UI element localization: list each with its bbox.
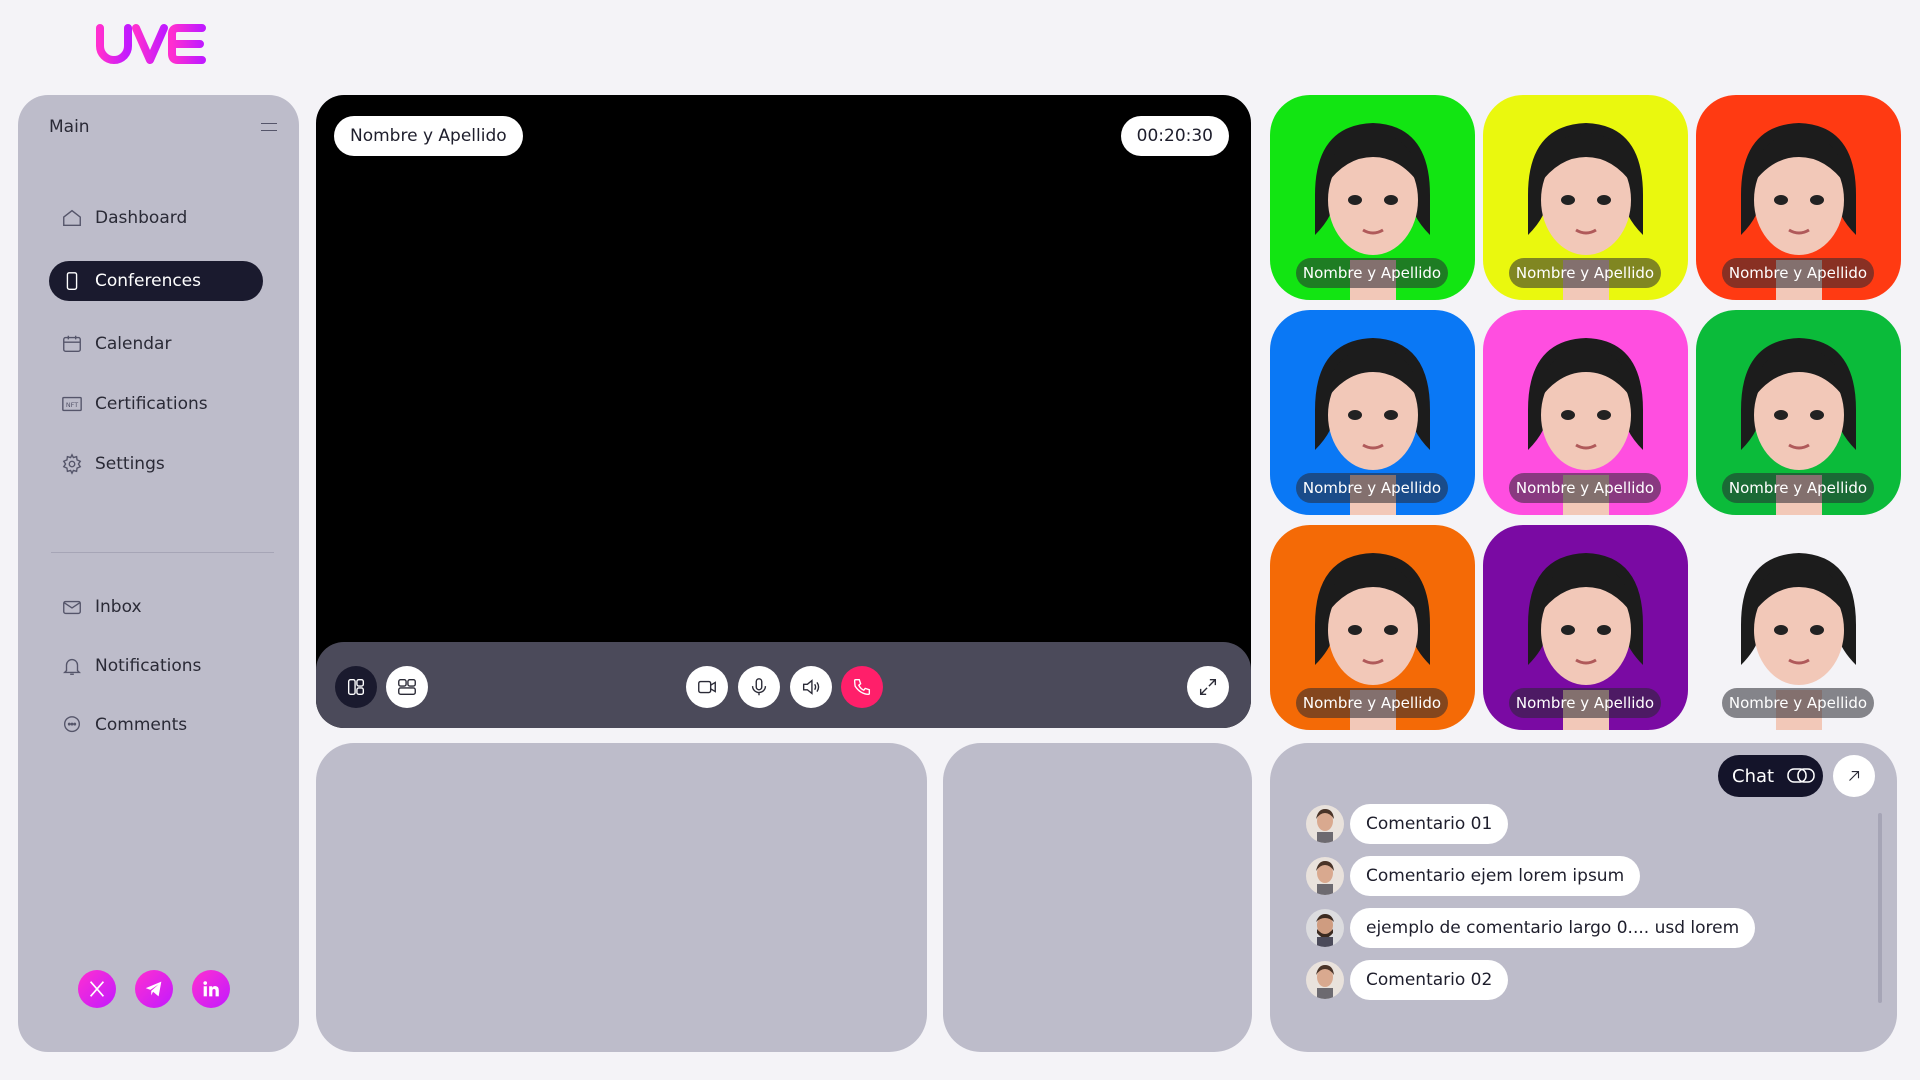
participant-name: Nombre y Apellido: [1722, 258, 1874, 288]
fullscreen-icon: [1199, 678, 1217, 696]
sidebar-item-label: Conferences: [95, 271, 202, 291]
comment-item: Comentario ejem lorem ipsum: [1306, 856, 1641, 896]
participant-tile[interactable]: Nombre y Apellido: [1270, 525, 1475, 730]
gear-icon: [62, 453, 82, 475]
sidebar-item-label: Notifications: [95, 656, 202, 676]
sidebar-item-label: Comments: [95, 715, 188, 735]
chat-button[interactable]: Chat: [1718, 755, 1823, 797]
comment-text: Comentario 01: [1350, 804, 1509, 844]
x-icon: [89, 981, 105, 997]
linkedin-icon: [203, 981, 219, 997]
sidebar-item-dashboard[interactable]: Dashboard: [49, 198, 263, 238]
end-call-button[interactable]: [841, 666, 883, 708]
participant-name: Nombre y Apellido: [1722, 473, 1874, 503]
arrow-up-right-icon: [1849, 770, 1860, 781]
participant-tile[interactable]: Nombre y Apellido: [1270, 95, 1475, 300]
content-panel-small: [943, 743, 1252, 1052]
chat-scrollbar[interactable]: [1878, 813, 1882, 1003]
layout-sidebar-icon: [347, 678, 365, 696]
phone-hangup-icon: [853, 678, 871, 696]
telegram-social-button[interactable]: [135, 970, 173, 1008]
sidebar-divider: [51, 552, 274, 553]
chat-button-label: Chat: [1732, 765, 1775, 787]
home-icon: [63, 209, 81, 227]
avatar: [1306, 961, 1344, 999]
comment-text: ejemplo de comentario largo 0.... usd lo…: [1350, 908, 1756, 948]
speaker-toggle-button[interactable]: [790, 666, 832, 708]
sidebar-header: Main: [49, 117, 277, 137]
call-timer: 00:20:30: [1120, 116, 1229, 156]
participant-name: Nombre y Apellido: [1509, 258, 1661, 288]
sidebar-item-settings[interactable]: Settings: [49, 444, 263, 484]
social-links: [78, 970, 230, 1008]
participant-tile[interactable]: Nombre y Apellido: [1696, 95, 1901, 300]
comment-text: Comentario 02: [1350, 960, 1509, 1000]
sidebar: Main Dashboard Conferences Calendar NFT …: [18, 95, 299, 1052]
menu-toggle-icon[interactable]: [261, 123, 277, 131]
sidebar-item-label: Certifications: [95, 394, 208, 414]
content-panel-large: [316, 743, 927, 1052]
avatar: [1306, 909, 1344, 947]
participant-tile[interactable]: Nombre y Apellido: [1483, 310, 1688, 515]
sidebar-item-label: Settings: [95, 454, 165, 474]
layout-grid-icon: [398, 678, 416, 696]
call-controls-bar: [316, 642, 1251, 728]
sidebar-title: Main: [49, 117, 90, 137]
participant-tile[interactable]: Nombre y Apellido: [1270, 310, 1475, 515]
avatar: [1306, 805, 1344, 843]
uve-logo: [96, 24, 206, 64]
comment-item: Comentario 01: [1306, 804, 1509, 844]
sidebar-item-notifications[interactable]: Notifications: [49, 646, 263, 686]
layout-sidebar-button[interactable]: [335, 666, 377, 708]
sidebar-item-comments[interactable]: Comments: [49, 705, 263, 745]
svg-text:NFT: NFT: [66, 401, 78, 409]
comment-item: Comentario 02: [1306, 960, 1509, 1000]
participant-tile[interactable]: Nombre y Apellido: [1696, 310, 1901, 515]
video-stage: Nombre y Apellido 00:20:30: [316, 95, 1251, 728]
participant-name: Nombre y Apellido: [1509, 688, 1661, 718]
sidebar-item-calendar[interactable]: Calendar: [49, 324, 263, 364]
participant-name: Nombre y Apellido: [1296, 688, 1448, 718]
speaker-icon: [802, 679, 820, 695]
comment-item: ejemplo de comentario largo 0.... usd lo…: [1306, 908, 1756, 948]
nft-icon: NFT: [62, 396, 82, 412]
sidebar-item-label: Dashboard: [95, 208, 188, 228]
participant-name: Nombre y Apellido: [1722, 688, 1874, 718]
mail-icon: [63, 600, 81, 615]
comment-icon: [63, 716, 81, 733]
camera-toggle-button[interactable]: [686, 666, 728, 708]
avatar: [1306, 857, 1344, 895]
sidebar-item-label: Inbox: [95, 597, 142, 617]
fullscreen-button[interactable]: [1187, 666, 1229, 708]
calendar-icon: [63, 335, 81, 353]
chat-expand-button[interactable]: [1833, 755, 1875, 797]
chat-bubbles-icon: [1787, 768, 1815, 783]
participant-tile[interactable]: Nombre y Apellido: [1483, 525, 1688, 730]
participant-name: Nombre y Apellido: [1509, 473, 1661, 503]
microphone-toggle-button[interactable]: [738, 666, 780, 708]
microphone-icon: [751, 678, 767, 696]
participant-name: Nombre y Apellido: [1296, 258, 1448, 288]
sidebar-item-label: Calendar: [95, 334, 172, 354]
sidebar-item-inbox[interactable]: Inbox: [49, 587, 263, 627]
layout-grid-button[interactable]: [386, 666, 428, 708]
x-social-button[interactable]: [78, 970, 116, 1008]
sidebar-item-certifications[interactable]: NFT Certifications: [49, 384, 263, 424]
sidebar-item-conferences[interactable]: Conferences: [49, 261, 263, 301]
chat-panel: Chat Comentario 01 Comentario ejem lorem…: [1270, 743, 1897, 1052]
participant-tile[interactable]: Nombre y Apellido: [1696, 525, 1901, 730]
speaker-name-pill: Nombre y Apellido: [334, 116, 523, 156]
participant-name: Nombre y Apellido: [1296, 473, 1448, 503]
telegram-icon: [145, 981, 162, 997]
video-camera-icon: [698, 680, 716, 694]
participant-tile[interactable]: Nombre y Apellido: [1483, 95, 1688, 300]
bell-icon: [63, 658, 81, 675]
phone-icon: [66, 272, 78, 290]
comment-text: Comentario ejem lorem ipsum: [1350, 856, 1641, 896]
linkedin-social-button[interactable]: [192, 970, 230, 1008]
